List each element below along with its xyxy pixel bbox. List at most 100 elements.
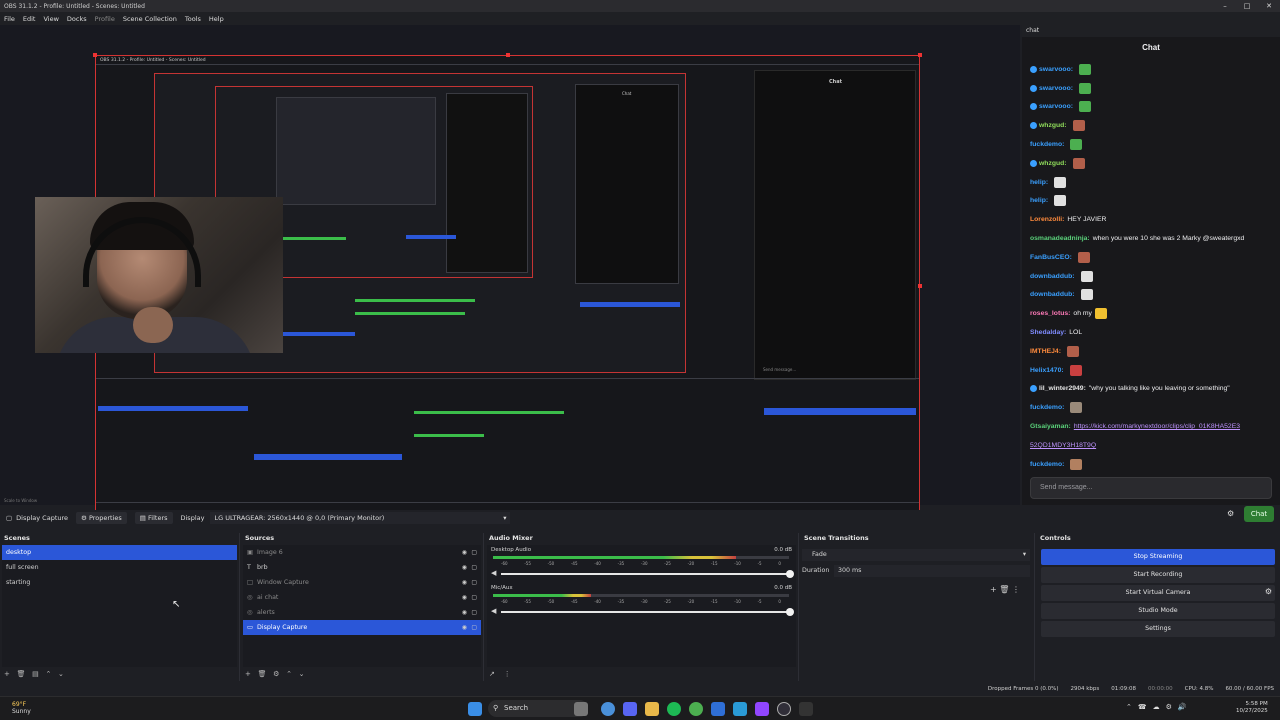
eye-icon[interactable]: ◉ (462, 590, 467, 605)
resize-handle[interactable] (918, 53, 922, 57)
taskbar-search[interactable]: ⚲ Search (488, 700, 588, 717)
chat-username[interactable]: IMTHEJ4: (1030, 348, 1061, 355)
lock-icon[interactable]: ▢ (471, 605, 477, 620)
duration-input[interactable]: 300 ms (834, 565, 1030, 577)
lock-icon[interactable]: ▢ (471, 560, 477, 575)
chat-username[interactable]: roses_lotus: (1030, 310, 1070, 317)
add-icon[interactable]: + (245, 670, 251, 678)
chat-username[interactable]: helip: (1030, 197, 1048, 204)
chat-username[interactable]: helip: (1030, 179, 1048, 186)
arrow-up-icon[interactable]: ⌃ (45, 670, 51, 678)
app-icon[interactable] (574, 702, 588, 716)
volume-slider[interactable] (501, 570, 794, 578)
menu-profile[interactable]: Profile (95, 15, 115, 23)
source-item[interactable]: ▣ Image 6 ◉ ▢ (243, 545, 481, 560)
link-icon[interactable]: ↗ (489, 670, 495, 678)
chat-username[interactable]: swarvooo: (1039, 66, 1073, 73)
menu-view[interactable]: View (43, 15, 58, 23)
chat-username[interactable]: lil_winter2949: (1039, 385, 1086, 392)
volume-slider-knob[interactable] (786, 570, 794, 578)
start-virtual-camera-button[interactable]: Start Virtual Camera (1041, 585, 1275, 601)
weather-widget[interactable]: 69°F Sunny (12, 701, 31, 715)
chat-link[interactable]: 52QD1MDY3H18T9Q (1030, 442, 1096, 449)
eye-icon[interactable]: ◉ (462, 545, 467, 560)
minimize-button[interactable]: – (1214, 2, 1236, 10)
start-recording-button[interactable]: Start Recording (1041, 567, 1275, 583)
obs-icon[interactable] (777, 702, 791, 716)
lock-icon[interactable]: ▢ (471, 590, 477, 605)
chat-username[interactable]: whzgud: (1039, 122, 1067, 129)
menu-tools[interactable]: Tools (185, 15, 201, 23)
more-icon[interactable]: ⋮ (504, 670, 511, 678)
resize-handle[interactable] (93, 53, 97, 57)
menu-docks[interactable]: Docks (67, 15, 87, 23)
app-icon[interactable] (733, 702, 747, 716)
speaker-icon[interactable]: ◀ (491, 569, 496, 577)
chat-username[interactable]: swarvooo: (1039, 103, 1073, 110)
eye-icon[interactable]: ◉ (462, 605, 467, 620)
resize-handle[interactable] (918, 284, 922, 288)
app-icon[interactable] (799, 702, 813, 716)
studio-mode-button[interactable]: Studio Mode (1041, 603, 1275, 619)
lock-icon[interactable]: ▢ (471, 545, 477, 560)
source-item[interactable]: □ Window Capture ◉ ▢ (243, 575, 481, 590)
app-icon[interactable] (601, 702, 615, 716)
arrow-up-icon[interactable]: ⌃ (286, 670, 292, 678)
chat-username[interactable]: fuckdemo: (1030, 141, 1064, 148)
lock-icon[interactable]: ▢ (471, 620, 477, 635)
source-item[interactable]: ◎ ai chat ◉ ▢ (243, 590, 481, 605)
chat-username[interactable]: fuckdemo: (1030, 404, 1064, 411)
chat-input[interactable]: Send message... (1030, 477, 1272, 499)
volume-slider[interactable] (501, 608, 794, 616)
system-tray[interactable]: ⌃☎☁⚙🔊 (1126, 703, 1193, 711)
app-icon[interactable] (711, 702, 725, 716)
settings-button[interactable]: Settings (1041, 621, 1275, 637)
preview-area[interactable]: OBS 31.1.2 - Profile: Untitled - Scenes:… (0, 25, 1020, 520)
menu-file[interactable]: File (4, 15, 15, 23)
arrow-down-icon[interactable]: ⌄ (299, 670, 305, 678)
start-icon[interactable] (468, 702, 482, 716)
chrome-icon[interactable] (689, 702, 703, 716)
chat-username[interactable]: Helix1470: (1030, 367, 1064, 374)
eye-icon[interactable]: ◉ (462, 560, 467, 575)
stop-streaming-button[interactable]: Stop Streaming (1041, 549, 1275, 565)
transition-add-icon[interactable]: + 🗑 ⋮ (990, 585, 1020, 594)
chat-username[interactable]: swarvooo: (1039, 85, 1073, 92)
chat-username[interactable]: osmanadeadninja: (1030, 235, 1090, 242)
scene-item[interactable]: full screen (2, 560, 237, 575)
filters-button[interactable]: ▤ Filters (134, 512, 173, 524)
folder-icon[interactable] (645, 702, 659, 716)
spotify-icon[interactable] (667, 702, 681, 716)
trash-icon[interactable]: 🗑 (258, 670, 267, 678)
transition-select[interactable]: Fade ▾ (802, 549, 1030, 561)
chat-username[interactable]: whzgud: (1039, 160, 1067, 167)
menu-scene-collection[interactable]: Scene Collection (123, 15, 177, 23)
eye-icon[interactable]: ◉ (462, 575, 467, 590)
arrow-down-icon[interactable]: ⌄ (58, 670, 64, 678)
maximize-button[interactable]: □ (1236, 2, 1258, 10)
properties-button[interactable]: ⚙ Properties (76, 512, 127, 524)
menu-edit[interactable]: Edit (23, 15, 36, 23)
chat-link[interactable]: https://kick.com/markynextdoor/clips/cli… (1074, 423, 1240, 430)
display-select[interactable]: LG ULTRAGEAR: 2560x1440 @ 0,0 (Primary M… (210, 512, 511, 524)
discord-icon[interactable] (623, 702, 637, 716)
clock[interactable]: 5:58 PM 10/27/2025 (1236, 701, 1268, 715)
source-item[interactable]: Tbrb ◉ ▢ (243, 560, 481, 575)
chat-username[interactable]: Lorenzolli: (1030, 216, 1064, 223)
speaker-icon[interactable]: ◀ (491, 607, 496, 615)
chat-username[interactable]: downbaddub: (1030, 291, 1075, 298)
trash-icon[interactable]: 🗑 (17, 670, 26, 678)
chat-send-button[interactable]: Chat (1244, 506, 1274, 522)
gear-icon[interactable]: ⚙ (273, 670, 279, 678)
chat-username[interactable]: FanBusCEO: (1030, 254, 1072, 261)
eye-icon[interactable]: ◉ (462, 620, 467, 635)
source-item[interactable]: ◎ alerts ◉ ▢ (243, 605, 481, 620)
chat-username[interactable]: Shedalday: (1030, 329, 1066, 336)
scene-item[interactable]: starting (2, 575, 237, 590)
volume-slider-knob[interactable] (786, 608, 794, 616)
source-item[interactable]: ▭ Display Capture ◉ ▢ (243, 620, 481, 635)
add-icon[interactable]: + (4, 670, 10, 678)
gear-icon[interactable]: ⚙ (1265, 587, 1272, 596)
chat-username[interactable]: fuckdemo: (1030, 461, 1064, 468)
settings-icon[interactable]: ⚙ (1227, 509, 1234, 518)
